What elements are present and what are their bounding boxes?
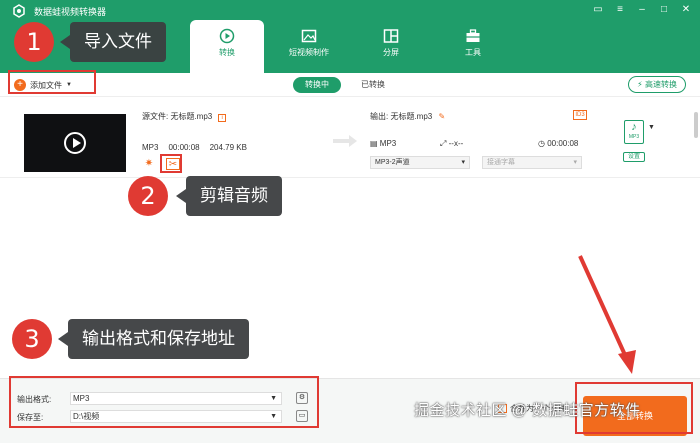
feedback-icon[interactable]: ▭ (592, 4, 604, 15)
output-format: ▤ MP3 (370, 139, 397, 148)
output-file-name: 输出: 无标题.mp3 ✎ (370, 112, 446, 121)
chevron-down-icon: ▾ (573, 159, 577, 166)
close-icon[interactable]: ✕ (680, 4, 692, 15)
source-format: MP3 (142, 143, 159, 152)
source-info: MP3 00:00:08 204.79 KB (142, 143, 247, 152)
watermark: 掘金技术社区 @ 数据蛙官方软件 (414, 402, 641, 419)
file-list-item: 源文件: 无标题.mp3 i MP3 00:00:08 204.79 KB ✷ … (0, 98, 700, 178)
music-note-icon: ♪ (631, 121, 637, 133)
image-icon (301, 29, 317, 43)
lightning-icon: ⚡ (637, 80, 643, 89)
annotation-box-cut (160, 154, 182, 173)
convert-status-toggle: 转换中 已转换 (293, 77, 397, 93)
tab-split-screen-label: 分屏 (383, 48, 399, 57)
effects-icon[interactable]: ✷ (142, 158, 156, 170)
output-format-badge[interactable]: ♪ MP3 (624, 120, 644, 144)
fast-convert-label: 高速转换 (645, 80, 677, 89)
step-1-badge: 1 (14, 22, 54, 62)
tab-converting[interactable]: 转换中 (293, 77, 341, 93)
expand-icon: ⤢ (440, 139, 449, 148)
output-duration: ◷ 00:00:08 (538, 139, 579, 148)
clock-icon: ◷ (538, 139, 548, 148)
step-1-callout: 导入文件 (60, 22, 166, 62)
toolbar: + 添加文件 ▼ 转换中 已转换 ⚡ 高速转换 (0, 73, 700, 97)
pointer-arrow-icon (578, 255, 636, 374)
subtitle-select[interactable]: 接通字幕 ▾ (482, 156, 582, 169)
step-3-callout: 输出格式和保存地址 (58, 319, 249, 359)
tab-tools[interactable]: 工具 (436, 20, 510, 66)
settings-button[interactable]: 设置 (623, 152, 645, 162)
arrow-right-icon (333, 135, 357, 147)
media-thumbnail[interactable] (24, 114, 126, 172)
step-2-badge: 2 (128, 176, 168, 216)
tab-convert-label: 转换 (219, 48, 235, 57)
step-3-badge: 3 (12, 319, 52, 359)
convert-icon (219, 28, 235, 44)
split-screen-icon (383, 29, 399, 43)
app-logo-icon (13, 4, 25, 18)
tab-short-video-label: 短视频制作 (289, 48, 329, 57)
info-icon[interactable]: i (218, 114, 226, 122)
edit-name-icon[interactable]: ✎ (438, 112, 445, 121)
source-duration: 00:00:08 (168, 143, 200, 152)
app-title: 数据蛙视频转换器 (34, 7, 107, 17)
menu-icon[interactable]: ≡ (614, 4, 626, 15)
tab-converted[interactable]: 已转换 (349, 77, 397, 93)
play-icon[interactable] (64, 132, 86, 154)
tab-split-screen[interactable]: 分屏 (354, 20, 428, 66)
chevron-down-icon[interactable]: ▼ (648, 124, 655, 131)
output-id-icon[interactable]: ID3 (573, 110, 587, 120)
tab-convert[interactable]: 转换 (190, 20, 264, 73)
output-resolution: ⤢ --x-- (440, 139, 464, 148)
annotation-box-output (9, 376, 319, 428)
source-file-name: 源文件: 无标题.mp3 i (142, 111, 226, 122)
tab-tools-label: 工具 (465, 48, 481, 57)
tab-short-video[interactable]: 短视频制作 (272, 20, 346, 66)
toolbox-icon (466, 29, 480, 42)
source-size: 204.79 KB (209, 143, 247, 152)
minimize-icon[interactable]: – (636, 4, 648, 15)
step-2-callout: 剪辑音频 (176, 176, 282, 216)
film-icon: ▤ (370, 139, 380, 148)
scrollbar[interactable] (694, 112, 698, 138)
audio-track-select[interactable]: MP3-2声道 ▾ (370, 156, 470, 169)
fast-convert-button[interactable]: ⚡ 高速转换 (628, 76, 686, 93)
maximize-icon[interactable]: □ (658, 4, 670, 15)
window-controls: ▭ ≡ – □ ✕ (592, 4, 692, 15)
chevron-down-icon: ▾ (461, 159, 465, 166)
annotation-box-add-file (8, 70, 96, 94)
